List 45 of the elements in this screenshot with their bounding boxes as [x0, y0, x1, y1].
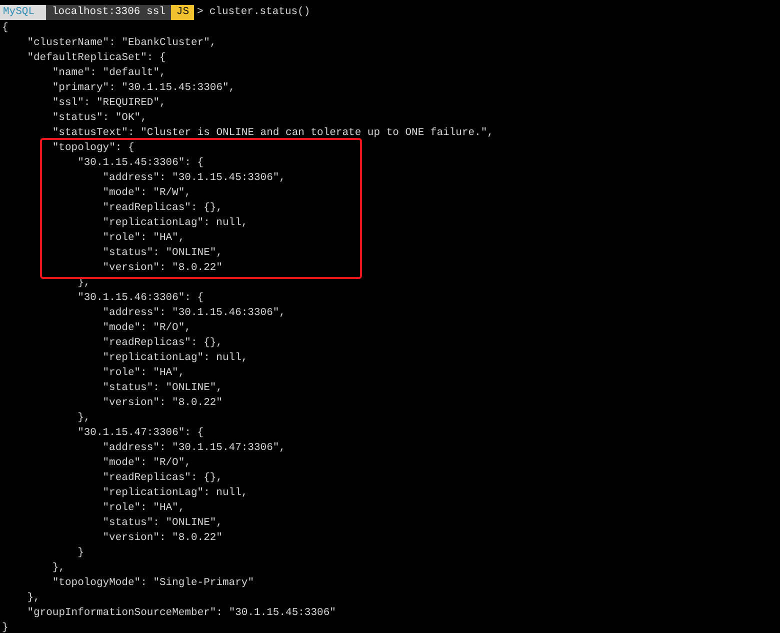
- prompt-symbol: >: [197, 5, 204, 20]
- code-line: "readReplicas": {},: [102, 471, 222, 486]
- code-line: "address": "30.1.15.45:3306",: [102, 171, 286, 186]
- code-line: "mode": "R/O",: [102, 456, 191, 471]
- code-line: "replicationLag": null,: [102, 216, 248, 231]
- code-line: "status": "ONLINE",: [102, 381, 222, 396]
- code-line: "role": "HA",: [102, 366, 185, 381]
- code-line: "30.1.15.45:3306": {: [78, 156, 204, 171]
- code-line: "version": "8.0.22": [102, 531, 222, 546]
- code-line: "status": "ONLINE",: [102, 516, 222, 531]
- code-line: },: [27, 591, 40, 606]
- code-line: "topology": {: [52, 141, 134, 156]
- code-line: },: [52, 561, 65, 576]
- code-line: "ssl": "REQUIRED",: [52, 96, 166, 111]
- mode-segment: JS: [171, 5, 194, 20]
- code-line: "defaultReplicaSet": {: [27, 51, 166, 66]
- code-line: "status": "ONLINE",: [102, 246, 222, 261]
- command-text: cluster.status(): [209, 5, 310, 20]
- code-line: "30.1.15.47:3306": {: [78, 426, 204, 441]
- code-line: "address": "30.1.15.46:3306",: [102, 306, 286, 321]
- code-line: "readReplicas": {},: [102, 336, 222, 351]
- code-line: "replicationLag": null,: [102, 486, 248, 501]
- code-line: "30.1.15.46:3306": {: [78, 291, 204, 306]
- code-line: "status": "OK",: [52, 111, 147, 126]
- code-line: "mode": "R/O",: [102, 321, 191, 336]
- code-line: "clusterName": "EbankCluster",: [27, 36, 216, 51]
- code-line: "replicationLag": null,: [102, 351, 248, 366]
- product-segment: MySQL: [0, 5, 46, 20]
- code-line: "primary": "30.1.15.45:3306",: [52, 81, 236, 96]
- code-line: "version": "8.0.22": [102, 396, 222, 411]
- code-line: "mode": "R/W",: [102, 186, 191, 201]
- code-line: "version": "8.0.22": [102, 261, 222, 276]
- code-line: }: [2, 621, 8, 633]
- code-line: "statusText": "Cluster is ONLINE and can tolerate up to ONE failure.",: [52, 126, 494, 141]
- code-line: "topologyMode": "Single-Primary": [52, 576, 254, 591]
- code-line: "groupInformationSourceMember": "30.1.15.45:3306": [27, 606, 336, 621]
- code-line: "address": "30.1.15.47:3306",: [102, 441, 286, 456]
- code-line: "readReplicas": {},: [102, 201, 222, 216]
- code-line: "role": "HA",: [102, 231, 185, 246]
- code-line: },: [78, 411, 90, 426]
- code-line: {: [2, 21, 8, 36]
- code-line: "role": "HA",: [102, 501, 185, 516]
- connection-segment: localhost:3306 ssl: [46, 5, 172, 20]
- code-line: }: [78, 546, 84, 561]
- code-line: "name": "default",: [52, 66, 166, 81]
